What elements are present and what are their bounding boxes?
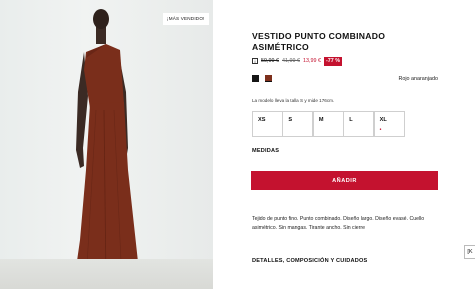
sale-price: 13,99 € [303,58,321,64]
size-label: XL [379,117,387,123]
bestseller-badge: ¡MÁS VENDIDO! [163,13,209,25]
low-stock-dot: • [379,127,382,133]
size-option-m[interactable]: M [312,111,344,137]
model-size-note: La modelo lleva la talla S y mide 176cm. [252,98,335,103]
size-option-l[interactable]: L [343,111,375,137]
color-swatch-black[interactable] [252,75,259,82]
selected-color-name: Rojo anaranjado [398,76,438,82]
product-photo[interactable]: ¡MÁS VENDIDO! [0,0,213,289]
floor [0,259,213,289]
add-to-cart-button[interactable]: AÑADIR [251,171,438,190]
original-price: 59,99 € [261,58,279,64]
previous-price: 41,99 € [282,58,300,64]
product-description: Tejido de punto fino. Punto combinado. D… [252,216,425,231]
size-label: M [318,117,324,123]
size-option-xl[interactable]: XL • [373,111,405,137]
size-option-s[interactable]: S [282,111,314,137]
size-label: XS [258,117,266,123]
measures-link[interactable]: MEDIDAS [252,148,279,154]
size-option-xs[interactable]: XS [252,111,283,137]
color-swatch-red-orange[interactable] [265,75,272,82]
price-row: i 59,99 € 41,99 € 13,99 € -77 % [252,56,343,66]
model-figure [74,9,140,287]
details-composition-link[interactable]: DETALLES, COMPOSICIÓN Y CUIDADOS [252,258,368,264]
side-tab[interactable]: [K [464,245,475,259]
size-label: S [288,117,293,123]
size-selector: XS S M L XL • [252,111,405,137]
info-icon[interactable]: i [252,58,258,64]
discount-badge: -77 % [324,56,343,66]
product-title: VESTIDO PUNTO COMBINADO ASIMÉTRICO [252,31,386,52]
size-label: L [349,117,353,123]
